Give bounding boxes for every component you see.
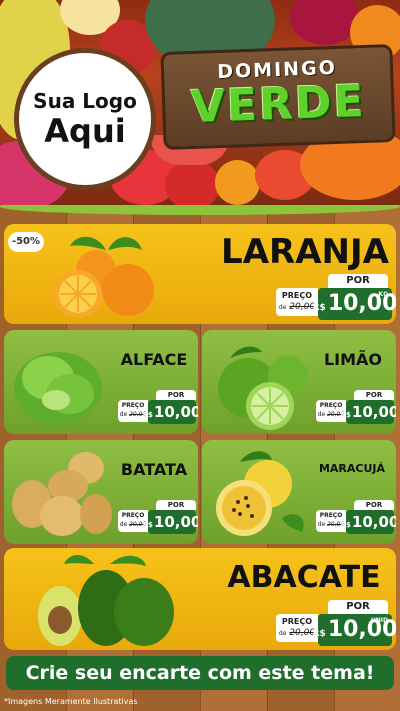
- logo-line-2: Aqui: [44, 112, 126, 150]
- price-tag: POR PREÇO de 20,00 R$ 10,00: [316, 390, 396, 424]
- por-label: POR: [328, 274, 388, 288]
- product-card-maracuja[interactable]: MARACUJÁ POR PREÇO de 20,00 R$ 10,00: [202, 440, 396, 544]
- title-board: DOMINGO VERDE: [160, 43, 396, 151]
- price-tag: POR PREÇO de 20,00 R$ 10,00 KG: [276, 274, 396, 320]
- cta-banner[interactable]: Crie seu encarte com este tema!: [6, 656, 394, 690]
- title-bottom: VERDE: [190, 75, 367, 134]
- product-card-alface[interactable]: ALFACE POR PREÇO de 20,00 R$ 10,00: [4, 330, 198, 434]
- current-price: R$ 10,00: [341, 400, 396, 424]
- logo-line-1: Sua Logo: [33, 89, 137, 113]
- product-name: MARACUJÁ: [318, 462, 386, 475]
- product-name: ALFACE: [120, 350, 188, 369]
- preco-label: PREÇO: [281, 617, 313, 626]
- por-label: POR: [354, 390, 394, 400]
- product-name: ABACATE: [227, 560, 381, 595]
- product-card-abacate[interactable]: ABACATE POR PREÇO de 20,00 R$ 10,00 UNID: [4, 548, 396, 650]
- por-label: POR: [354, 500, 394, 510]
- preco-label: PREÇO: [319, 512, 343, 519]
- por-label: POR: [156, 500, 196, 510]
- passion-fruit-icon: [216, 451, 304, 536]
- preco-label: PREÇO: [281, 291, 313, 300]
- discount-badge: -50%: [8, 232, 44, 252]
- current-price: R$ 10,00 UNID: [313, 614, 396, 646]
- potato-icon: [12, 452, 112, 536]
- product-name: LIMÃO: [323, 350, 383, 369]
- product-card-laranja[interactable]: LARANJA POR PREÇO de 20,00 R$ 10,00 KG: [4, 224, 396, 324]
- por-label: POR: [156, 390, 196, 400]
- lettuce-icon: [14, 352, 102, 424]
- preco-label: PREÇO: [121, 512, 145, 519]
- orange-icon: [215, 160, 260, 205]
- price-tag: POR PREÇO de 20,00 R$ 10,00: [118, 390, 198, 424]
- product-card-limao[interactable]: LIMÃO POR PREÇO de 20,00 R$ 10,00: [202, 330, 396, 434]
- product-name: BATATA: [120, 460, 188, 479]
- avocado-icon: [38, 554, 174, 646]
- por-label: POR: [328, 600, 388, 614]
- orange-icon: [54, 236, 154, 318]
- footnote: *Imagens Meramente Ilustrativas: [4, 697, 138, 706]
- current-price: R$ 10,00: [341, 510, 396, 534]
- apple-icon: [165, 160, 220, 210]
- price-tag: POR PREÇO de 20,00 R$ 10,00: [118, 500, 198, 534]
- preco-label: PREÇO: [319, 402, 343, 409]
- current-price: R$ 10,00: [143, 510, 198, 534]
- product-name: LARANJA: [221, 232, 389, 272]
- current-price: R$ 10,00 KG: [313, 288, 396, 320]
- price-tag: POR PREÇO de 20,00 R$ 10,00: [316, 500, 396, 534]
- preco-label: PREÇO: [121, 402, 145, 409]
- logo-placeholder: Sua Logo Aqui: [14, 48, 156, 190]
- current-price: R$ 10,00: [143, 400, 198, 424]
- product-card-batata[interactable]: BATATA POR PREÇO de 20,00 R$ 10,00: [4, 440, 198, 544]
- lime-icon: [218, 346, 308, 430]
- price-tag: POR PREÇO de 20,00 R$ 10,00 UNID: [276, 600, 396, 646]
- grapes-icon: [290, 0, 360, 45]
